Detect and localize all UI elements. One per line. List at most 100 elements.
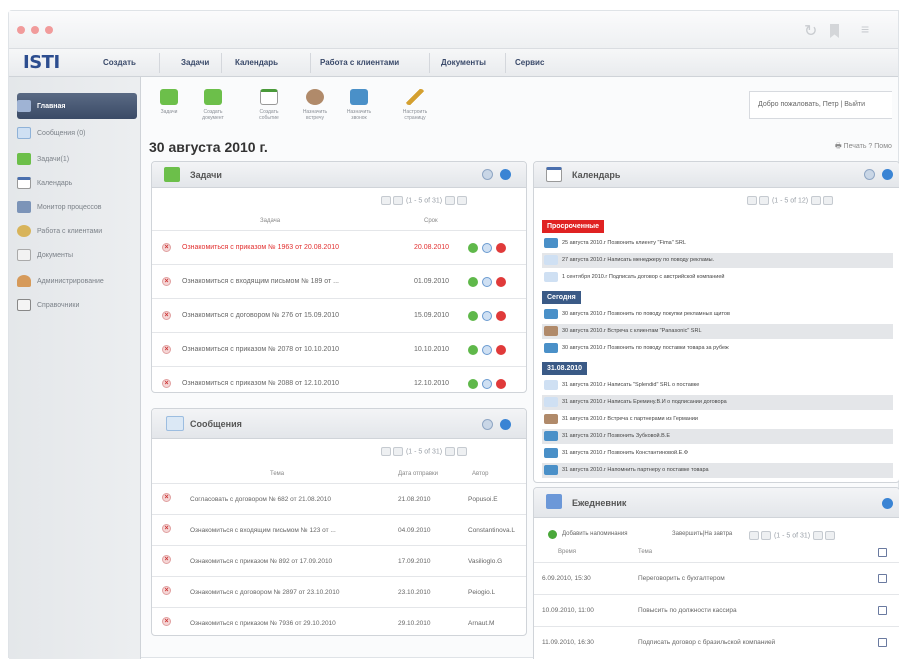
remove-icon[interactable]: × [162,379,171,388]
calendar-item[interactable]: 31 августа 2010.г Напомнить партнеру о п… [542,463,893,478]
delete-icon[interactable] [496,277,506,287]
next-page-button[interactable] [445,447,456,456]
task-text[interactable]: Ознакомиться с приказом № 1963 от 20.08.… [182,244,339,251]
calendar-item[interactable]: 31 августа 2010.г Позвонить Константинов… [542,446,893,461]
window-dot-minimize[interactable] [31,26,39,34]
collapse-icon[interactable] [500,419,511,430]
window-dot-close[interactable] [17,26,25,34]
reminder-checkbox[interactable] [878,606,887,615]
calendar-item-text[interactable]: 30 августа 2010.г Встреча с клиентам "Pa… [562,328,702,334]
message-subject[interactable]: Ознакомиться с входящим письмом № 123 от… [190,527,336,534]
first-page-button[interactable] [381,196,391,205]
collapse-icon[interactable] [882,498,893,509]
menu-create[interactable]: Создать [103,58,136,67]
complete-icon[interactable] [468,345,478,355]
sidebar-item-tasks[interactable]: Задачи(1) [17,149,137,169]
calendar-item-text[interactable]: 31 августа 2010.г Напомнить партнеру о п… [562,467,709,473]
sidebar-item-monitor[interactable]: Монитор процессов [17,197,137,217]
complete-icon[interactable] [468,311,478,321]
settings-icon[interactable] [864,169,875,180]
info-icon[interactable] [482,311,492,321]
logo[interactable]: ISTI [23,52,60,73]
task-text[interactable]: Ознакомиться с приказом № 2078 от 10.10.… [182,346,339,353]
calendar-item-text[interactable]: 30 августа 2010.г Позвонить по поводу по… [562,345,729,351]
task-text[interactable]: Ознакомиться с входящим письмом № 189 от… [182,278,339,285]
welcome-bar[interactable]: Добро пожаловать, Петр | Выйти [749,91,892,119]
menu-tasks[interactable]: Задачи [181,58,209,67]
remove-icon[interactable]: × [162,524,171,533]
table-row[interactable]: × Согласовать с договором № 682 от 21.08.… [152,483,526,514]
table-row[interactable]: × Ознакомиться с входящим письмом № 189 о… [152,264,526,298]
table-row[interactable]: 6.09.2010, 15:30 Переговорить с бухгалтер… [534,562,899,594]
toolbar-customize-page-button[interactable]: Настроить страницу [395,83,435,121]
info-icon[interactable] [482,379,492,389]
remove-icon[interactable]: × [162,617,171,626]
delete-icon[interactable] [496,311,506,321]
toolbar-create-event-button[interactable]: Создать событие [249,83,289,121]
table-row[interactable]: × Ознакомиться с договором № 2897 от 23.1… [152,576,526,607]
remove-icon[interactable]: × [162,243,171,252]
prev-page-button[interactable] [759,196,769,205]
task-text[interactable]: Ознакомиться с договором № 276 от 15.09.… [182,312,339,319]
prev-page-button[interactable] [393,196,403,205]
add-icon[interactable] [548,530,557,539]
calendar-item-text[interactable]: 31 августа 2010.г Позвонить Зубковой.В.Е [562,433,670,439]
toolbar-schedule-meeting-button[interactable]: Назначить встречу [295,83,335,121]
delete-icon[interactable] [496,379,506,389]
calendar-item-text[interactable]: 25 августа 2010.г Позвонить клиенту "Fim… [562,240,686,246]
add-reminder-link[interactable]: Добавить напоминания [562,531,627,537]
settings-icon[interactable] [482,419,493,430]
delete-icon[interactable] [496,243,506,253]
info-icon[interactable] [482,277,492,287]
calendar-item[interactable]: 31 августа 2010.г Встреча с партнерами и… [542,412,893,427]
sidebar-item-messages[interactable]: Сообщения (0) [17,123,137,143]
calendar-item-text[interactable]: 30 августа 2010.г Позвонить по поводу по… [562,311,730,317]
last-page-button[interactable] [825,531,836,540]
next-page-button[interactable] [445,196,456,205]
task-text[interactable]: Ознакомиться с приказом № 2088 от 12.10.… [182,380,339,387]
last-page-button[interactable] [457,447,468,456]
reminder-checkbox[interactable] [878,638,887,647]
table-row[interactable]: × Ознакомиться с приказом № 2078 от 10.10… [152,332,526,366]
message-subject[interactable]: Ознакомиться с приказом № 7936 от 29.10.… [190,620,336,627]
sidebar-item-documents[interactable]: Документы [17,245,137,265]
complete-icon[interactable] [468,379,478,389]
bookmark-icon[interactable] [830,24,839,38]
collapse-icon[interactable] [882,169,893,180]
table-row[interactable]: × Ознакомиться с приказом № 892 от 17.09.… [152,545,526,576]
message-subject[interactable]: Ознакомиться с приказом № 892 от 17.09.2… [190,558,332,565]
toolbar-create-document-button[interactable]: Создать документ [193,83,233,121]
calendar-item-text[interactable]: 27 августа 2010.г Написать менеджеру по … [562,257,714,263]
remove-icon[interactable]: × [162,555,171,564]
last-page-button[interactable] [823,196,834,205]
menu-service[interactable]: Сервис [515,58,544,67]
table-row[interactable]: × Ознакомиться с приказом № 2088 от 12.10… [152,366,526,400]
calendar-item[interactable]: 25 августа 2010.г Позвонить клиенту "Fim… [542,236,893,251]
toolbar-schedule-call-button[interactable]: Назначить звонок [339,83,379,121]
calendar-item[interactable]: 27 августа 2010.г Написать менеджеру по … [542,253,893,268]
finish-tomorrow-link[interactable]: Завершить|На завтра [672,531,732,537]
calendar-item[interactable]: 31 августа 2010.г Позвонить Зубковой.В.Е [542,429,893,444]
calendar-item[interactable]: 31 августа 2010.г Написать "Splendid" SR… [542,378,893,393]
menu-calendar[interactable]: Календарь [235,58,278,67]
table-row[interactable]: × Ознакомиться с приказом № 7936 от 29.10… [152,607,526,638]
calendar-item[interactable]: 1 сентября 2010.г Подписать договор с ав… [542,270,893,285]
reminder-subject[interactable]: Подписать договор с бразильской компание… [638,639,775,646]
sidebar-item-calendar[interactable]: Календарь [17,173,137,193]
info-icon[interactable] [482,243,492,253]
message-subject[interactable]: Согласовать с договором № 682 от 21.08.2… [190,496,331,503]
calendar-item[interactable]: 30 августа 2010.г Встреча с клиентам "Pa… [542,324,893,339]
next-page-button[interactable] [811,196,822,205]
table-row[interactable]: × Ознакомиться с договором № 276 от 15.09… [152,298,526,332]
calendar-item-text[interactable]: 31 августа 2010.г Встреча с партнерами и… [562,416,698,422]
calendar-item-text[interactable]: 31 августа 2010.г Позвонить Константинов… [562,450,688,456]
info-icon[interactable] [482,345,492,355]
hamburger-icon[interactable]: ≡ [861,21,869,37]
calendar-item[interactable]: 30 августа 2010.г Позвонить по поводу по… [542,307,893,322]
table-row[interactable]: 11.09.2010, 16:30 Подписать договор с бра… [534,626,899,658]
message-subject[interactable]: Ознакомиться с договором № 2897 от 23.10… [190,589,339,596]
table-row[interactable]: × Ознакомиться с приказом № 1963 от 20.08… [152,230,526,264]
table-row[interactable]: × Ознакомиться с входящим письмом № 123 о… [152,514,526,545]
calendar-item[interactable]: 31 августа 2010.г Написать Еремину.В.И о… [542,395,893,410]
reminder-checkbox[interactable] [878,574,887,583]
